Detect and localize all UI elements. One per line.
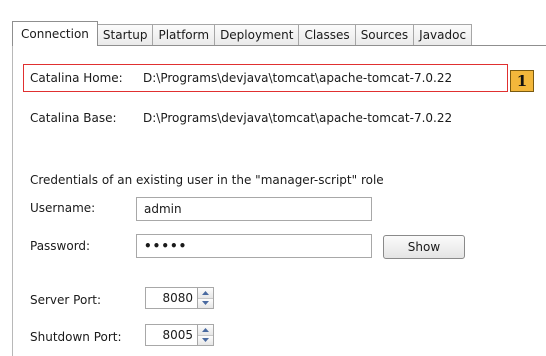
shutdown-port-value[interactable]: 8005 <box>145 324 197 346</box>
username-label: Username: <box>30 201 96 215</box>
catalina-home-label: Catalina Home: <box>30 71 123 85</box>
credentials-hint: Credentials of an existing user in the "… <box>30 173 384 187</box>
spinner-up-icon[interactable] <box>198 325 213 335</box>
tab-startup[interactable]: Startup <box>96 24 154 46</box>
tab-javadoc[interactable]: Javadoc <box>413 24 473 46</box>
catalina-base-label: Catalina Base: <box>30 111 117 125</box>
annotation-badge: 1 <box>510 70 534 92</box>
username-field[interactable]: admin <box>136 197 372 221</box>
tab-panel-left-border <box>12 45 13 356</box>
server-port-label: Server Port: <box>30 293 101 307</box>
tab-deployment[interactable]: Deployment <box>214 24 300 46</box>
tab-strip: Connection Startup Platform Deployment C… <box>12 21 473 46</box>
password-label: Password: <box>30 239 91 253</box>
catalina-base-value: D:\Programs\devjava\tomcat\apache-tomcat… <box>143 111 453 125</box>
tab-connection[interactable]: Connection <box>12 21 98 46</box>
tab-classes[interactable]: Classes <box>298 24 356 46</box>
shutdown-port-label: Shutdown Port: <box>30 330 122 344</box>
spinner-down-icon[interactable] <box>198 297 213 308</box>
show-password-button[interactable]: Show <box>383 235 465 259</box>
catalina-home-value: D:\Programs\devjava\tomcat\apache-tomcat… <box>143 71 453 85</box>
spinner-down-icon[interactable] <box>198 334 213 345</box>
shutdown-port-spinner[interactable]: 8005 <box>145 324 214 346</box>
server-port-spinner[interactable]: 8080 <box>145 287 214 309</box>
spinner-up-icon[interactable] <box>198 288 213 298</box>
password-field[interactable]: ••••• <box>136 234 372 258</box>
tab-platform[interactable]: Platform <box>152 24 216 46</box>
server-port-value[interactable]: 8080 <box>145 287 197 309</box>
tab-sources[interactable]: Sources <box>354 24 415 46</box>
